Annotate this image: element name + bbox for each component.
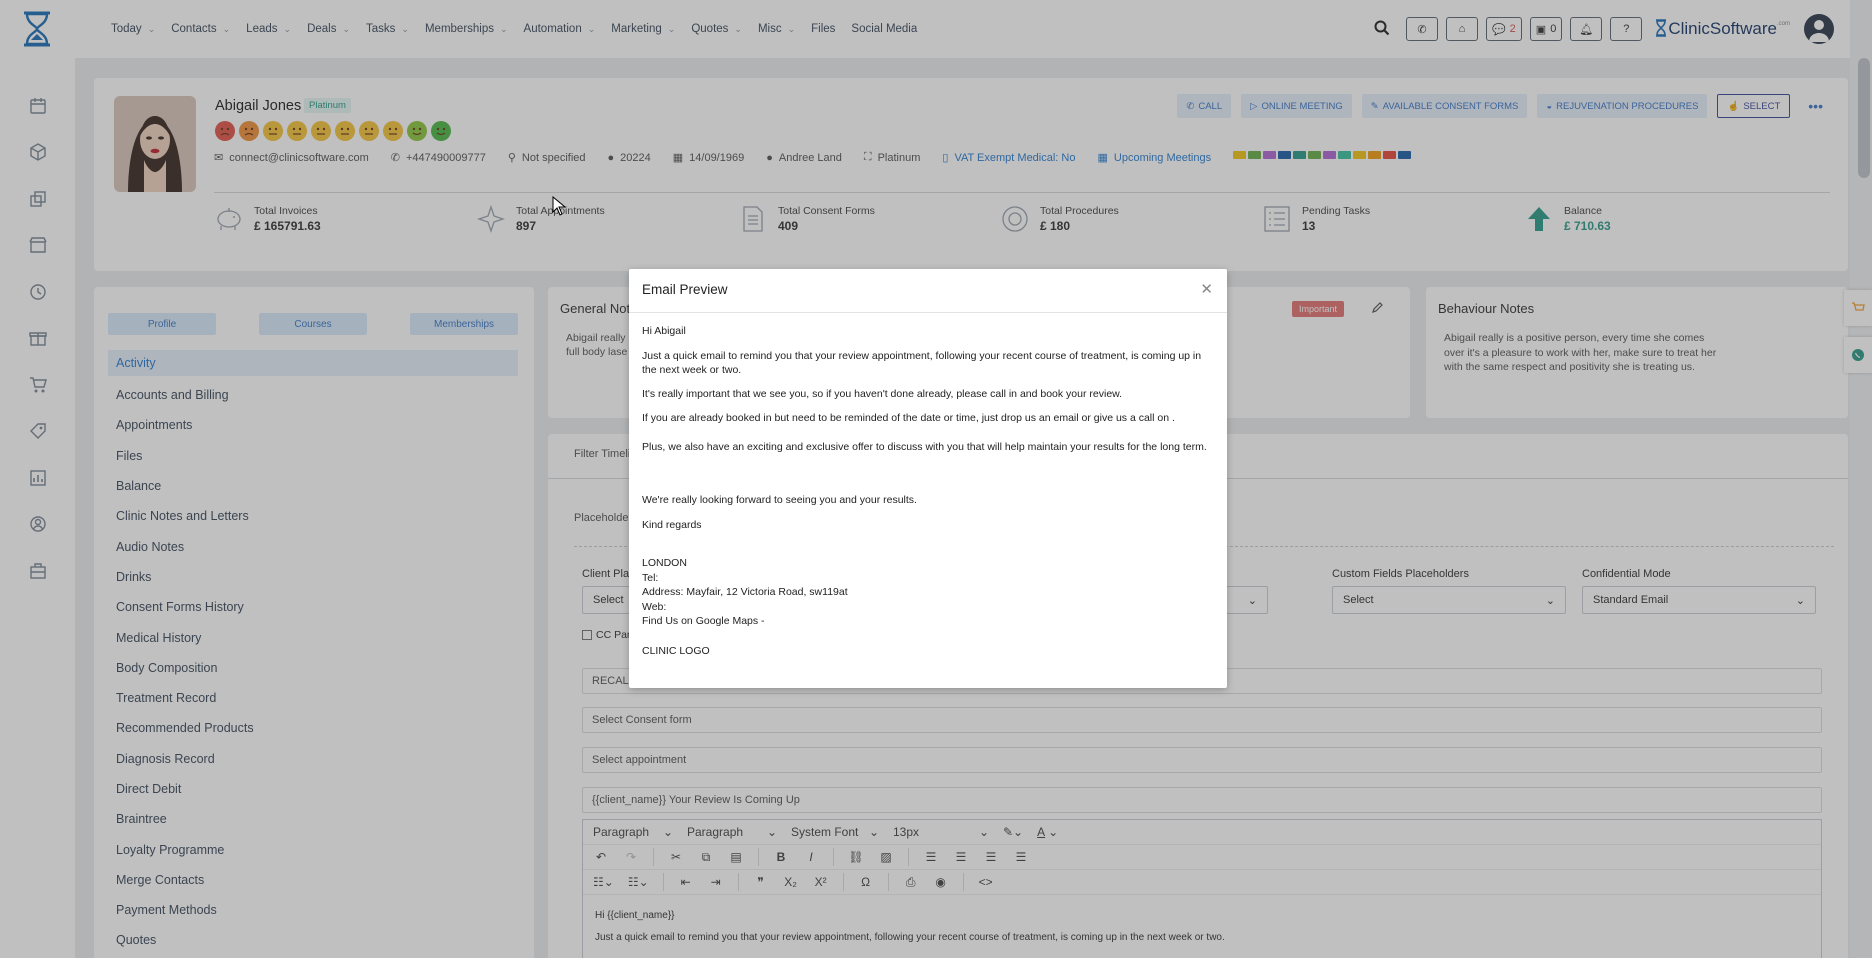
email-signoff: Kind regards	[642, 518, 702, 531]
signature-tel: Tel:	[642, 571, 659, 584]
email-preview-modal: Email Preview ✕ Hi Abigail Just a quick …	[629, 269, 1227, 688]
signature-web: Web:	[642, 600, 667, 613]
close-icon[interactable]: ✕	[1200, 280, 1213, 298]
email-paragraph: Just a quick email to remind you that yo…	[642, 349, 1202, 377]
email-preview-body: Hi Abigail Just a quick email to remind …	[642, 324, 1217, 658]
modal-divider	[629, 312, 1227, 313]
email-paragraph: It's really important that we see you, s…	[642, 387, 1123, 400]
signature-logo: CLINIC LOGO	[642, 644, 710, 657]
email-paragraph: Plus, we also have an exciting and exclu…	[642, 440, 1207, 453]
email-paragraph: We're really looking forward to seeing y…	[642, 494, 917, 506]
modal-title: Email Preview	[642, 282, 728, 297]
mouse-cursor-icon	[552, 195, 567, 219]
signature-address: Address: Mayfair, 12 Victoria Road, sw11…	[642, 586, 848, 598]
email-greeting: Hi Abigail	[642, 325, 686, 337]
signature-city: LONDON	[642, 557, 687, 569]
email-paragraph: If you are already booked in but need to…	[642, 412, 1175, 424]
signature-maps: Find Us on Google Maps -	[642, 615, 765, 627]
